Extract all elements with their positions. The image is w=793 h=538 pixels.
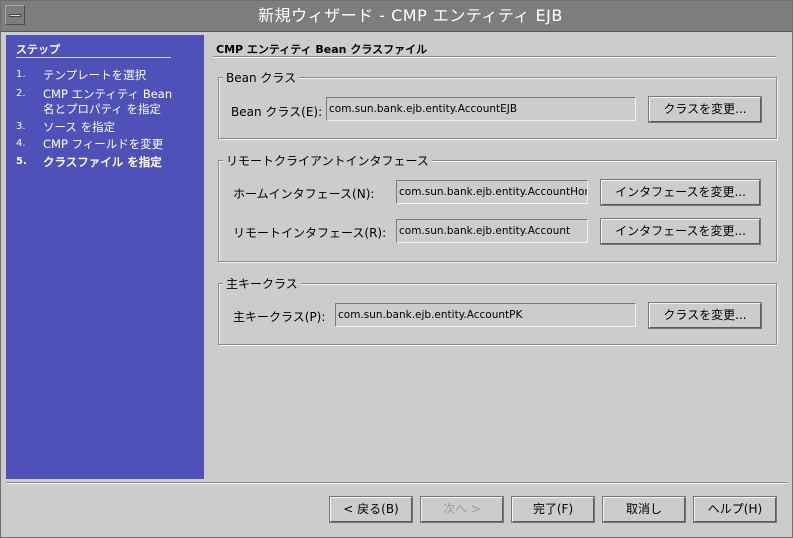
remote-interface-group: リモートクライアントインタフェース ホームインタフェース(N): com.sun…	[218, 152, 777, 262]
wizard-window: 新規ウィザード - CMP エンティティ EJB ステップ 1. テンプレートを…	[0, 0, 793, 538]
window-title: 新規ウィザード - CMP エンティティ EJB	[258, 6, 563, 25]
panel-title-divider	[213, 56, 776, 58]
help-button[interactable]: ヘルプ(H)	[693, 496, 777, 523]
step-label: テンプレートを選択	[43, 68, 147, 82]
change-bean-class-button[interactable]: クラスを変更...	[648, 96, 762, 123]
step-label-continued: 名とプロパティ を指定	[43, 102, 161, 116]
step-number: 1.	[16, 69, 26, 80]
remote-interface-label: リモートインタフェース(R):	[233, 226, 387, 240]
remote-interface-group-legend: リモートクライアントインタフェース	[223, 152, 432, 169]
steps-divider	[16, 57, 171, 58]
change-remote-interface-button[interactable]: インタフェースを変更...	[600, 218, 761, 245]
finish-button[interactable]: 完了(F)	[511, 496, 595, 523]
step-label: CMP エンティティ Bean	[43, 87, 173, 101]
step-number: 3.	[16, 121, 26, 132]
bean-class-group: Bean クラス Bean クラス(E): com.sun.bank.ejb.e…	[218, 69, 777, 139]
cancel-button[interactable]: 取消し	[602, 496, 686, 523]
primary-key-group-legend: 主キークラス	[223, 275, 301, 292]
title-bar[interactable]: 新規ウィザード - CMP エンティティ EJB	[1, 1, 792, 32]
next-button[interactable]: 次へ >	[420, 496, 504, 523]
change-primary-key-button[interactable]: クラスを変更...	[648, 302, 762, 329]
step-label: ソース を指定	[43, 120, 116, 134]
primary-key-field[interactable]: com.sun.bank.ejb.entity.AccountPK	[335, 303, 636, 327]
change-home-interface-button[interactable]: インタフェースを変更...	[600, 179, 761, 206]
home-interface-label: ホームインタフェース(N):	[233, 187, 375, 201]
step-label: クラスファイル を指定	[43, 155, 162, 169]
steps-heading: ステップ	[16, 43, 60, 56]
primary-key-label: 主キークラス(P):	[233, 310, 326, 324]
bean-class-group-legend: Bean クラス	[223, 69, 300, 86]
panel-title: CMP エンティティ Bean クラスファイル	[216, 43, 428, 56]
bean-class-field[interactable]: com.sun.bank.ejb.entity.AccountEJB	[326, 97, 636, 121]
step-number: 2.	[16, 88, 26, 99]
home-interface-field[interactable]: com.sun.bank.ejb.entity.AccountHome	[396, 180, 588, 204]
step-number: 4.	[16, 138, 26, 149]
window-menu-icon	[9, 14, 21, 17]
primary-key-group: 主キークラス 主キークラス(P): com.sun.bank.ejb.entit…	[218, 275, 777, 345]
footer-divider	[6, 482, 787, 484]
bean-class-label: Bean クラス(E):	[231, 105, 323, 119]
step-number: 5.	[16, 156, 27, 167]
step-label: CMP フィールドを変更	[43, 137, 164, 151]
back-button[interactable]: < 戻る(B)	[329, 496, 413, 523]
window-menu-button[interactable]	[5, 5, 25, 25]
steps-panel: ステップ 1. テンプレートを選択 2. CMP エンティティ Bean 名とプ…	[6, 35, 204, 479]
remote-interface-field[interactable]: com.sun.bank.ejb.entity.Account	[396, 219, 588, 243]
